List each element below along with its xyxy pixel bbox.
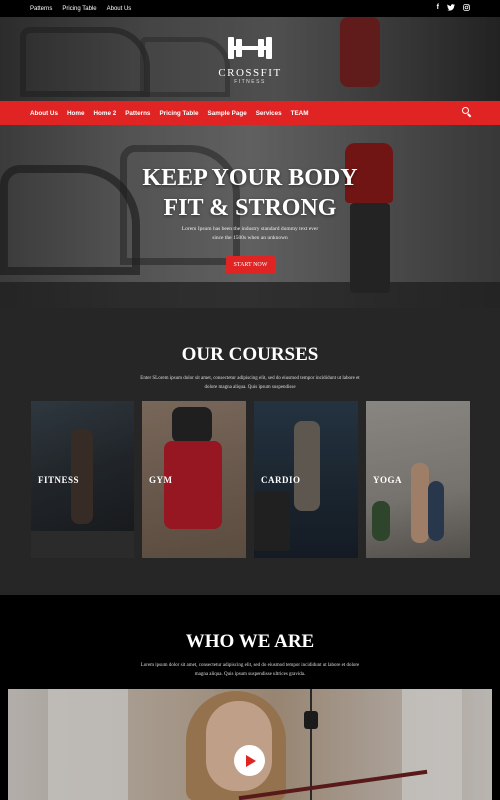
nav-item-sample-page[interactable]: Sample Page: [208, 110, 247, 117]
courses-title: OUR COURSES: [181, 344, 319, 365]
play-button[interactable]: [234, 745, 265, 776]
social-links: f: [437, 4, 470, 13]
top-links: Patterns Pricing Table About Us: [30, 6, 131, 12]
course-card-cardio[interactable]: CARDIO: [254, 401, 358, 558]
top-bar: Patterns Pricing Table About Us f: [0, 0, 500, 17]
site-logo[interactable]: CROSSFIT FITNESS: [190, 35, 310, 85]
course-label: FITNESS: [38, 475, 80, 485]
course-label: YOGA: [373, 475, 402, 485]
nav-item-patterns[interactable]: Patterns: [125, 110, 150, 117]
nav-item-services[interactable]: Services: [256, 110, 282, 117]
brand-subtitle: FITNESS: [234, 79, 266, 85]
nav-item-about-us[interactable]: About Us: [30, 110, 58, 117]
top-link-patterns[interactable]: Patterns: [30, 6, 52, 12]
course-card-fitness[interactable]: FITNESS: [31, 401, 134, 558]
instagram-icon[interactable]: [463, 4, 470, 13]
play-icon: [246, 754, 256, 767]
course-label: GYM: [149, 475, 173, 485]
facebook-icon[interactable]: f: [437, 4, 439, 13]
main-nav: About Us Home Home 2 Patterns Pricing Ta…: [0, 101, 500, 125]
course-label: CARDIO: [261, 475, 301, 485]
nav-item-home-2[interactable]: Home 2: [93, 110, 116, 117]
who-we-are-section: WHO WE ARE Lorem ipsum dolor sit amet, c…: [0, 595, 500, 800]
top-link-pricing-table[interactable]: Pricing Table: [62, 6, 96, 12]
course-card-yoga[interactable]: YOGA: [366, 401, 470, 558]
hero-headline: KEEP YOUR BODY FIT & STRONG: [0, 163, 500, 223]
search-icon[interactable]: [462, 107, 472, 118]
nav-item-team[interactable]: TEAM: [291, 110, 309, 117]
nav-item-pricing-table[interactable]: Pricing Table: [159, 110, 198, 117]
courses-description: Enter SLorem ipsum dolor sit amet, conse…: [140, 376, 360, 390]
hero-headline-line-1: KEEP YOUR BODY: [142, 165, 358, 191]
who-description: Lorem ipsum dolor sit amet, consectetur …: [140, 663, 360, 677]
nav-item-home[interactable]: Home: [67, 110, 85, 117]
twitter-icon[interactable]: [447, 4, 455, 13]
barbell-logo-icon: [228, 35, 272, 61]
start-now-button[interactable]: START NOW: [226, 256, 275, 274]
brand-name: CROSSFIT: [218, 67, 282, 79]
course-card-gym[interactable]: GYM: [142, 401, 246, 558]
hero-headline-line-2: FIT & STRONG: [163, 195, 337, 221]
who-title: WHO WE ARE: [185, 631, 315, 652]
site-header: CROSSFIT FITNESS: [0, 17, 500, 101]
hero-tagline: Lorem Ipsum has been the industry standa…: [181, 226, 319, 241]
courses-section: OUR COURSES Enter SLorem ipsum dolor sit…: [0, 308, 500, 595]
hero-banner: KEEP YOUR BODY FIT & STRONG Lorem Ipsum …: [0, 125, 500, 308]
top-link-about-us[interactable]: About Us: [107, 6, 132, 12]
nav-items: About Us Home Home 2 Patterns Pricing Ta…: [30, 110, 308, 117]
